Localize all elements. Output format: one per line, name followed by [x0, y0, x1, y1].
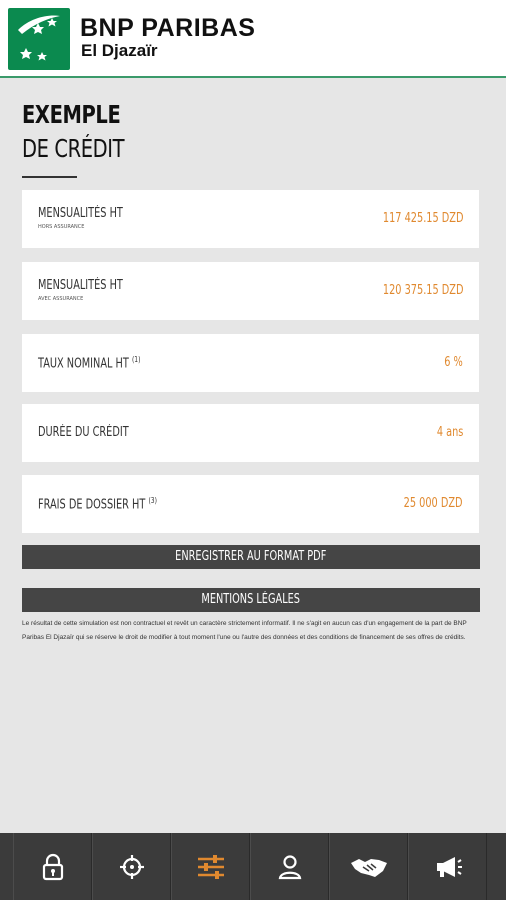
- result-card-credit-duration: Durée du crédit 4 ans: [22, 404, 479, 462]
- app-header: BNP PARIBAS El Djazaïr: [0, 0, 506, 78]
- nav-item-simulator[interactable]: [171, 833, 250, 900]
- legal-disclaimer: Le résultat de cette simulation est non …: [22, 620, 467, 641]
- title-divider: [22, 176, 77, 178]
- nav-item-target[interactable]: [92, 833, 171, 900]
- page-title-line2: DE CRÉDIT: [22, 134, 125, 163]
- result-sublabel: avec assurance: [38, 296, 84, 302]
- megaphone-icon: [436, 856, 462, 877]
- result-value: 120 375.15 DZD: [382, 283, 463, 298]
- result-card-monthly-excl-insurance: Mensualités HT hors assurance 117 425.15…: [22, 190, 479, 248]
- user-icon: [278, 854, 301, 879]
- page-title-line1: EXEMPLE: [22, 100, 121, 129]
- footnote-ref: (3): [148, 496, 157, 505]
- crosshair-icon: [119, 854, 144, 879]
- result-label: Durée du crédit: [38, 425, 129, 440]
- result-value: 6 %: [444, 355, 463, 370]
- nav-item-announcements[interactable]: [408, 833, 487, 900]
- bnp-stars-logo-icon: [8, 8, 70, 70]
- result-label: Frais de dossier HT (3): [38, 496, 157, 512]
- legal-mentions-label: Mentions légales: [201, 592, 301, 607]
- lock-icon: [42, 853, 63, 880]
- result-card-application-fees: Frais de dossier HT (3) 25 000 DZD: [22, 475, 479, 533]
- result-value: 117 425.15 DZD: [382, 211, 463, 226]
- result-label: Mensualités HT: [38, 278, 123, 293]
- nav-item-lock[interactable]: [13, 833, 92, 900]
- result-label: Taux nominal HT (1): [38, 355, 140, 371]
- result-value: 4 ans: [436, 425, 463, 440]
- sliders-icon: [197, 854, 224, 879]
- bottom-nav-bar: [0, 833, 506, 900]
- handshake-icon: [350, 858, 387, 877]
- save-pdf-label: Enregistrer au format PDF: [175, 549, 327, 564]
- result-sublabel: hors assurance: [38, 224, 85, 230]
- result-card-monthly-incl-insurance: Mensualités HT avec assurance 120 375.15…: [22, 262, 479, 320]
- result-value: 25 000 DZD: [404, 496, 463, 511]
- result-label: Mensualités HT: [38, 206, 123, 221]
- brand-name: BNP PARIBAS: [80, 14, 256, 42]
- nav-item-partners[interactable]: [329, 833, 408, 900]
- legal-mentions-button[interactable]: Mentions légales: [22, 588, 480, 612]
- result-label-text: Frais de dossier HT: [38, 497, 146, 513]
- brand-subtitle: El Djazaïr: [81, 41, 158, 60]
- result-card-nominal-rate: Taux nominal HT (1) 6 %: [22, 334, 479, 392]
- result-label-text: Taux nominal HT: [38, 356, 129, 372]
- nav-item-profile[interactable]: [250, 833, 329, 900]
- save-pdf-button[interactable]: Enregistrer au format PDF: [22, 545, 480, 569]
- footnote-ref: (1): [131, 355, 141, 364]
